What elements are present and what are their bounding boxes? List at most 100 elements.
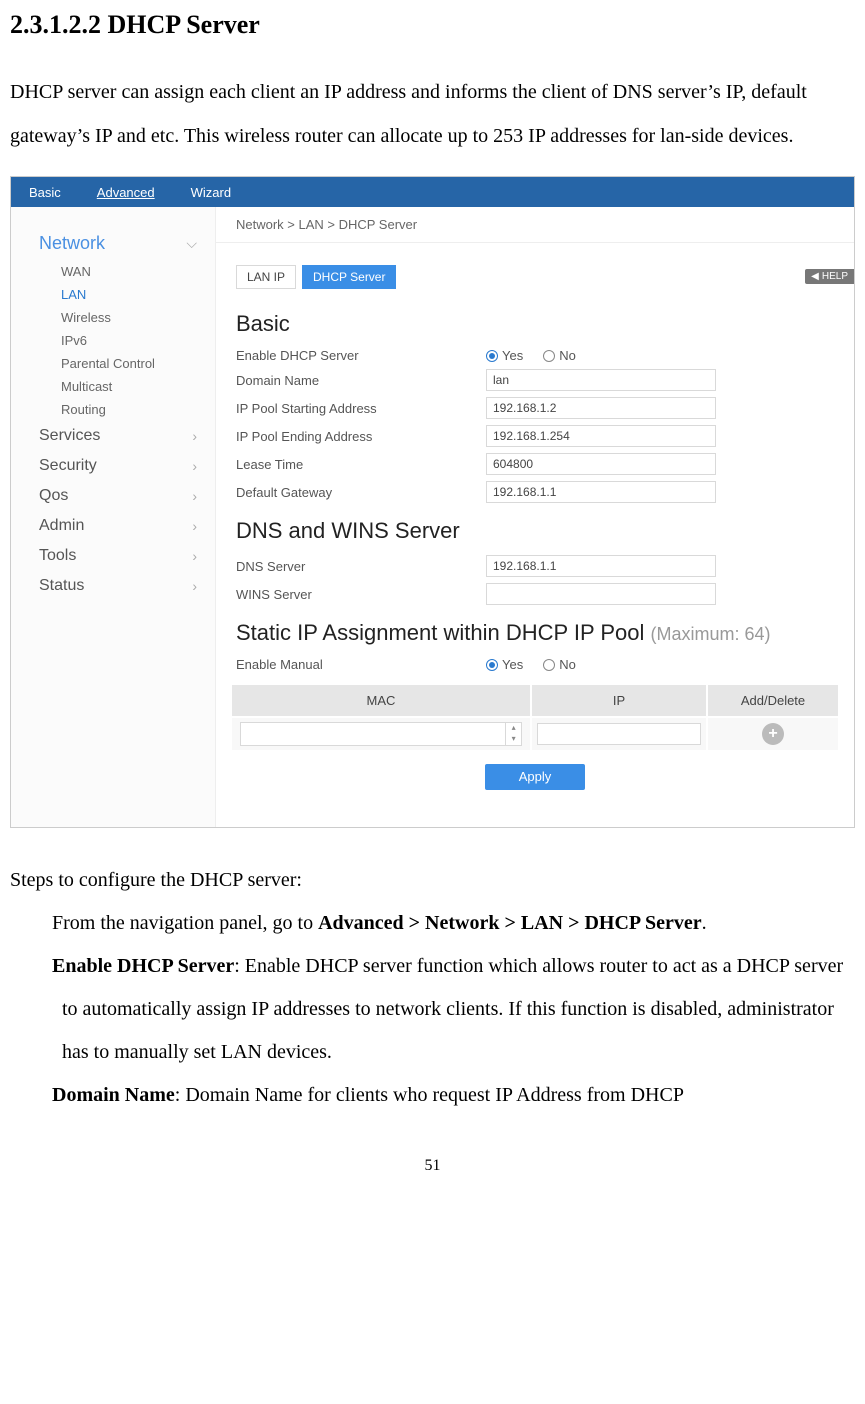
input-static-ip[interactable]: [537, 723, 700, 745]
sidebar-label: Qos: [39, 487, 68, 505]
chevron-right-icon: ›: [192, 518, 197, 534]
table-header: MAC IP Add/Delete: [232, 685, 838, 716]
static-ip-table: MAC IP Add/Delete ▴ ▾: [232, 685, 838, 750]
step1-bold: Advanced > Network > LAN > DHCP Server: [318, 912, 702, 934]
radio-manual-yes[interactable]: Yes: [486, 657, 523, 672]
step3-bold: Domain Name: [52, 1084, 175, 1106]
chevron-up-icon: ▴: [506, 723, 521, 734]
section-dns-title: DNS and WINS Server: [216, 506, 854, 552]
label-wins-server: WINS Server: [236, 587, 466, 602]
col-ip: IP: [532, 685, 708, 716]
sidebar-label: Network: [39, 233, 105, 254]
tab-lan-ip[interactable]: LAN IP: [236, 265, 296, 289]
breadcrumb: Network > LAN > DHCP Server: [216, 207, 854, 243]
label-domain-name: Domain Name: [236, 373, 466, 388]
sidebar-item-status[interactable]: Status ›: [11, 571, 215, 601]
label-dns-server: DNS Server: [236, 559, 466, 574]
sidebar-label: Security: [39, 457, 97, 475]
sidebar-label: Admin: [39, 517, 84, 535]
static-title-muted: (Maximum: 64): [651, 624, 771, 644]
input-mac[interactable]: [241, 723, 505, 745]
mac-spinner[interactable]: ▴ ▾: [505, 723, 521, 745]
chevron-right-icon: ›: [192, 488, 197, 504]
router-screenshot: Basic Advanced Wizard Network ⌵ WAN LAN …: [10, 176, 855, 828]
sidebar-sub-multicast[interactable]: Multicast: [11, 375, 215, 398]
sidebar-sub-wan[interactable]: WAN: [11, 260, 215, 283]
label-lease-time: Lease Time: [236, 457, 466, 472]
radio-enable-no[interactable]: No: [543, 348, 576, 363]
tab-advanced[interactable]: Advanced: [79, 177, 173, 207]
col-add-delete: Add/Delete: [708, 685, 838, 716]
label-enable-manual: Enable Manual: [236, 657, 466, 672]
label-ip-start: IP Pool Starting Address: [236, 401, 466, 416]
step1-post: .: [702, 912, 707, 934]
main-content: Network > LAN > DHCP Server LAN IP DHCP …: [216, 207, 854, 827]
sidebar-label: Services: [39, 427, 100, 445]
sidebar-sub-lan[interactable]: LAN: [11, 283, 215, 306]
tab-wizard[interactable]: Wizard: [173, 177, 249, 207]
row-enable-manual: Enable Manual Yes No: [216, 654, 854, 675]
row-enable-dhcp: Enable DHCP Server Yes No: [216, 345, 854, 366]
tab-dhcp-server[interactable]: DHCP Server: [302, 265, 396, 289]
label-enable-dhcp: Enable DHCP Server: [236, 348, 466, 363]
help-button[interactable]: ◀ HELP: [805, 269, 854, 284]
step-2: 2.Enable DHCP Server: Enable DHCP server…: [20, 945, 855, 1074]
step3-rest: : Domain Name for clients who request IP…: [175, 1084, 684, 1106]
input-wins-server[interactable]: [486, 583, 716, 605]
section-static-title: Static IP Assignment within DHCP IP Pool…: [216, 608, 854, 654]
input-default-gateway[interactable]: [486, 481, 716, 503]
sidebar-item-admin[interactable]: Admin ›: [11, 511, 215, 541]
page-number: 51: [10, 1157, 855, 1175]
sidebar-label: Tools: [39, 547, 76, 565]
step1-pre: From the navigation panel, go to: [52, 912, 318, 934]
sidebar-sub-routing[interactable]: Routing: [11, 398, 215, 421]
chevron-right-icon: ›: [192, 458, 197, 474]
steps-intro: Steps to configure the DHCP server:: [10, 858, 855, 902]
chevron-left-icon: ◀: [811, 271, 819, 282]
radio-icon: [543, 659, 555, 671]
sidebar-sub-parental[interactable]: Parental Control: [11, 352, 215, 375]
input-mac-wrap[interactable]: ▴ ▾: [240, 722, 522, 746]
chevron-down-icon: ▾: [506, 734, 521, 745]
top-nav: Basic Advanced Wizard: [11, 177, 854, 207]
radio-label: Yes: [502, 348, 523, 363]
chevron-right-icon: ›: [192, 548, 197, 564]
radio-label: No: [559, 348, 576, 363]
input-domain-name[interactable]: [486, 369, 716, 391]
add-row-button[interactable]: +: [762, 723, 784, 745]
sidebar: Network ⌵ WAN LAN Wireless IPv6 Parental…: [11, 207, 216, 827]
help-label: HELP: [822, 271, 848, 282]
input-ip-end[interactable]: [486, 425, 716, 447]
doc-intro-paragraph: DHCP server can assign each client an IP…: [10, 70, 855, 158]
chevron-down-icon: ⌵: [186, 235, 197, 252]
chevron-right-icon: ›: [192, 578, 197, 594]
tab-basic[interactable]: Basic: [11, 177, 79, 207]
lan-sub-tabs: LAN IP DHCP Server: [216, 243, 854, 299]
sidebar-sub-ipv6[interactable]: IPv6: [11, 329, 215, 352]
input-lease-time[interactable]: [486, 453, 716, 475]
col-mac: MAC: [232, 685, 532, 716]
sidebar-item-tools[interactable]: Tools ›: [11, 541, 215, 571]
step2-bold: Enable DHCP Server: [52, 955, 234, 977]
label-ip-end: IP Pool Ending Address: [236, 429, 466, 444]
input-ip-start[interactable]: [486, 397, 716, 419]
sidebar-sub-wireless[interactable]: Wireless: [11, 306, 215, 329]
radio-label: Yes: [502, 657, 523, 672]
sidebar-item-network[interactable]: Network ⌵: [11, 227, 215, 260]
step-1: 1.From the navigation panel, go to Advan…: [20, 902, 855, 945]
radio-icon: [486, 659, 498, 671]
radio-icon: [486, 350, 498, 362]
static-title-main: Static IP Assignment within DHCP IP Pool: [236, 620, 651, 645]
sidebar-item-qos[interactable]: Qos ›: [11, 481, 215, 511]
step-3: 3.Domain Name: Domain Name for clients w…: [20, 1074, 855, 1117]
radio-manual-no[interactable]: No: [543, 657, 576, 672]
input-dns-server[interactable]: [486, 555, 716, 577]
sidebar-item-security[interactable]: Security ›: [11, 451, 215, 481]
table-row: ▴ ▾ +: [232, 716, 838, 750]
apply-button[interactable]: Apply: [485, 764, 585, 790]
sidebar-label: Status: [39, 577, 84, 595]
radio-label: No: [559, 657, 576, 672]
radio-enable-yes[interactable]: Yes: [486, 348, 523, 363]
plus-icon: +: [768, 725, 777, 743]
sidebar-item-services[interactable]: Services ›: [11, 421, 215, 451]
